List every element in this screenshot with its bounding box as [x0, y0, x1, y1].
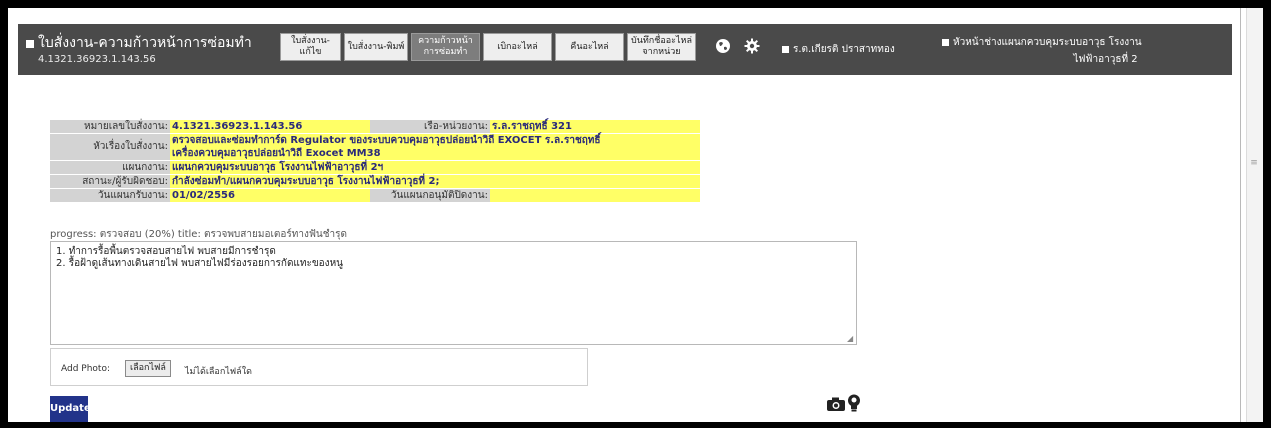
user-name: ร.ต.เกียรติ ปราสาททอง	[793, 44, 895, 55]
camera-icon[interactable]	[827, 397, 845, 411]
progress-text: progress: ตรวจสอบ (20%) title: ตรวจพบสาย…	[50, 229, 348, 240]
update-button[interactable]: Update	[50, 396, 91, 422]
page-frame: ใบสั่งงาน-ความก้าวหน้าการซ่อมทำ 4.1321.3…	[8, 8, 1263, 422]
content-divider	[1240, 8, 1241, 422]
add-photo-box: Add Photo: เลือกไฟล์ ไม่ได้เลือกไฟล์ใด	[50, 348, 588, 386]
label-subject: หัวเรื่องใบสั่งงาน:	[50, 134, 170, 160]
lightbulb-icon[interactable]	[847, 394, 861, 412]
menu-repair-progress[interactable]: ความก้าวหน้า การซ่อมทำ	[411, 33, 480, 61]
subject-line2: เครื่องควบคุมอาวุธปล่อยนำวิถี Exocet MM3…	[172, 148, 381, 159]
menu-return-parts[interactable]: คืนอะไหล่	[555, 33, 624, 61]
scrollbar-grip-icon[interactable]: ≡	[1249, 158, 1259, 172]
label-dept: แผนกงาน:	[50, 161, 170, 174]
row-dept: แผนกงาน: แผนกควบคุมระบบอาวุธ โรงงานไฟฟ้า…	[50, 161, 700, 174]
menu-record-parts-name[interactable]: บันทึกชื่ออะไหล่ จากหน่วย	[627, 33, 696, 61]
label-work-order-no: หมายเลขใบสั่งงาน:	[50, 120, 170, 133]
bullet-icon	[942, 38, 949, 46]
row-status: สถานะ/ผู้รับผิดชอบ: กำลังซ่อมทำ/แผนกควบค…	[50, 175, 700, 188]
bullet-icon	[782, 45, 789, 53]
globe-icon[interactable]	[715, 38, 731, 54]
label-ship: เรือ-หน่วยงาน:	[370, 120, 490, 133]
page-title: ใบสั่งงาน-ความก้าวหน้าการซ่อมทำ	[38, 35, 252, 51]
subject-line1: ตรวจสอบและซ่อมทำการ์ด Regulator ของระบบค…	[172, 135, 601, 146]
label-received-date: วันแผนกรับงาน:	[50, 189, 170, 202]
menu-edit-order[interactable]: ใบสั่งงาน-แก้ไข	[280, 33, 341, 61]
file-status-text: ไม่ได้เลือกไฟล์ใด	[185, 367, 252, 377]
value-dept: แผนกควบคุมระบบอาวุธ โรงงานไฟฟ้าอาวุธที่ …	[170, 161, 700, 174]
resize-grip-icon[interactable]: ◢	[847, 334, 856, 343]
menu-withdraw-parts[interactable]: เบิกอะไหล่	[483, 33, 552, 61]
scrollbar[interactable]: ≡	[1246, 8, 1263, 422]
label-status: สถานะ/ผู้รับผิดชอบ:	[50, 175, 170, 188]
row-work-order-no: หมายเลขใบสั่งงาน: 4.1321.36923.1.143.56 …	[50, 120, 700, 133]
value-approve-date	[490, 189, 700, 202]
label-approve-date: วันแผนกอนุมัติปิดงาน:	[370, 189, 490, 202]
value-status: กำลังซ่อมทำ/แผนกควบคุมระบบอาวุธ โรงงานไฟ…	[170, 175, 700, 188]
header-title-block: ใบสั่งงาน-ความก้าวหน้าการซ่อมทำ 4.1321.3…	[26, 32, 266, 65]
choose-file-button[interactable]: เลือกไฟล์	[125, 360, 171, 377]
row-dates: วันแผนกรับงาน: 01/02/2556 วันแผนกอนุมัติ…	[50, 189, 700, 202]
value-work-order-no: 4.1321.36923.1.143.56	[170, 120, 370, 133]
menu-print-order[interactable]: ใบสั่งงาน-พิมพ์	[344, 33, 408, 61]
work-order-subtitle: 4.1321.36923.1.143.56	[38, 54, 156, 65]
progress-notes-textarea[interactable]: 1. ทำการรื้อพื้นตรวจสอบสายไฟ พบสายมีการช…	[50, 241, 857, 345]
value-ship: ร.ล.ราชฤทธิ์ 321	[490, 120, 700, 133]
value-received-date: 01/02/2556	[170, 189, 370, 202]
position-line1: หัวหน้าช่างแผนกควบคุมระบบอาวุธ โรงงาน	[953, 37, 1142, 48]
gear-icon[interactable]	[744, 38, 760, 54]
bullet-icon	[26, 40, 34, 48]
add-photo-label: Add Photo:	[61, 364, 110, 374]
user-link[interactable]: ร.ต.เกียรติ ปราสาททอง	[782, 42, 895, 57]
value-subject: ตรวจสอบและซ่อมทำการ์ด Regulator ของระบบค…	[170, 134, 700, 160]
header-bar: ใบสั่งงาน-ความก้าวหน้าการซ่อมทำ 4.1321.3…	[18, 24, 1232, 75]
position-line2: ไฟฟ้าอาวุธที่ 2	[1073, 54, 1138, 65]
position-link[interactable]: หัวหน้าช่างแผนกควบคุมระบบอาวุธ โรงงาน ไฟ…	[942, 35, 1142, 67]
row-subject: หัวเรื่องใบสั่งงาน: ตรวจสอบและซ่อมทำการ์…	[50, 134, 700, 160]
